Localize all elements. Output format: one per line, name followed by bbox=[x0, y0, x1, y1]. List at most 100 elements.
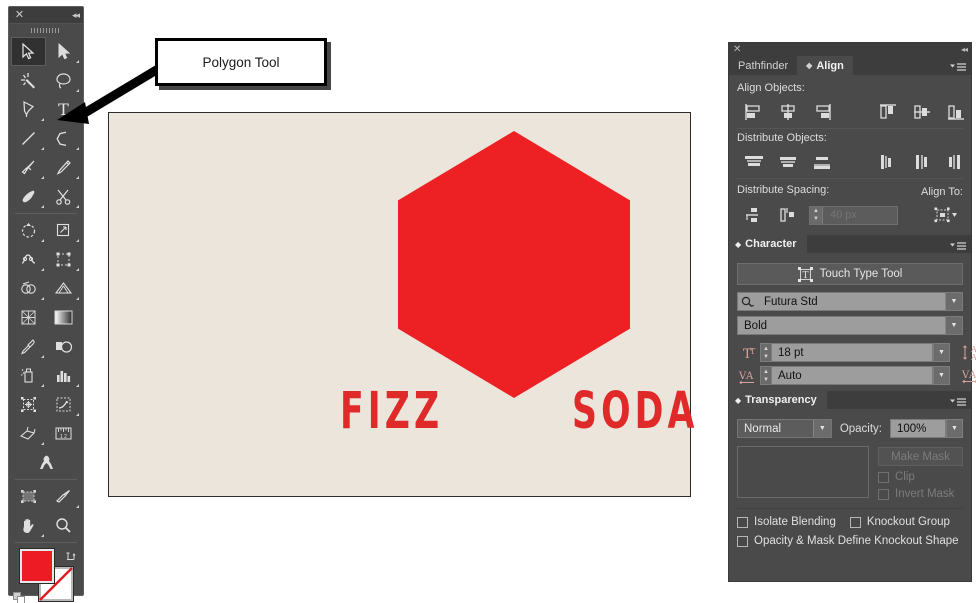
gradient-tool[interactable] bbox=[46, 303, 81, 332]
kerning-spinner[interactable]: ▲ ▼ bbox=[760, 366, 772, 385]
align-top-edges-button[interactable] bbox=[871, 100, 905, 124]
knockout-group-checkbox[interactable] bbox=[849, 516, 861, 528]
selection-tool[interactable] bbox=[11, 37, 46, 66]
chevron-down-icon[interactable]: ▼ bbox=[933, 366, 950, 385]
puppet-warp-tool[interactable] bbox=[11, 448, 81, 477]
polygon-tool[interactable] bbox=[46, 124, 81, 153]
zoom-tool[interactable] bbox=[46, 511, 81, 540]
blob-brush-tool[interactable] bbox=[11, 182, 46, 211]
crop-image-tool[interactable] bbox=[11, 482, 46, 511]
font-size-spinner[interactable]: ▲ ▼ bbox=[760, 343, 772, 362]
tab-character[interactable]: ◆ Character bbox=[729, 235, 807, 253]
measure-tool[interactable]: 1 2 bbox=[46, 419, 81, 448]
close-icon[interactable]: ✕ bbox=[14, 10, 25, 21]
artboard-tool[interactable] bbox=[11, 390, 46, 419]
fill-color-swatch[interactable] bbox=[20, 549, 54, 583]
tools-panel-grip[interactable] bbox=[9, 24, 83, 37]
chevron-down-icon[interactable]: ▼ bbox=[946, 419, 963, 438]
kerning-input[interactable] bbox=[772, 366, 933, 385]
slice-tool[interactable] bbox=[46, 390, 81, 419]
chevron-down-icon[interactable]: ▼ bbox=[812, 420, 831, 437]
invert-mask-checkbox-row[interactable]: Invert Mask bbox=[878, 488, 963, 500]
tab-transparency[interactable]: ◆ Transparency bbox=[729, 391, 827, 409]
knockout-shape-checkbox[interactable] bbox=[737, 535, 748, 547]
align-horizontal-center-button[interactable] bbox=[771, 100, 805, 124]
align-vertical-center-button[interactable] bbox=[905, 100, 939, 124]
perspective-selection-tool[interactable] bbox=[11, 419, 46, 448]
panel-menu-icon[interactable] bbox=[950, 239, 966, 257]
symbol-sprayer-tool[interactable] bbox=[11, 361, 46, 390]
align-bottom-edges-button[interactable] bbox=[939, 100, 973, 124]
pencil-tool[interactable] bbox=[46, 153, 81, 182]
column-graph-tool[interactable] bbox=[46, 361, 81, 390]
pen-tool[interactable] bbox=[11, 95, 46, 124]
knockout-group-row[interactable]: Knockout Group bbox=[849, 516, 950, 528]
stepper-arrows[interactable]: ▲ ▼ bbox=[810, 206, 823, 224]
vertical-distribute-space-button[interactable] bbox=[737, 203, 771, 227]
scale-tool[interactable] bbox=[46, 216, 81, 245]
type-tool[interactable]: T bbox=[46, 95, 81, 124]
width-tool[interactable] bbox=[11, 245, 46, 274]
spacing-stepper[interactable]: ▲ ▼ bbox=[809, 205, 898, 225]
knockout-shape-row[interactable]: Opacity & Mask Define Knockout Shape bbox=[737, 535, 963, 547]
swap-fill-stroke-icon[interactable] bbox=[65, 548, 77, 560]
distribute-bottom-edges-button[interactable] bbox=[805, 150, 839, 174]
touch-type-tool-button[interactable]: T Touch Type Tool bbox=[737, 263, 963, 285]
chevron-down-icon[interactable]: ▼ bbox=[945, 293, 962, 310]
align-right-edges-button[interactable] bbox=[805, 100, 839, 124]
stepper-down-icon[interactable]: ▼ bbox=[810, 215, 822, 223]
font-style-combo[interactable]: Bold ▼ bbox=[737, 316, 963, 335]
distribute-left-edges-button[interactable] bbox=[871, 150, 905, 174]
free-transform-tool[interactable] bbox=[46, 245, 81, 274]
chevron-down-icon[interactable]: ▼ bbox=[933, 343, 950, 362]
scissors-tool[interactable] bbox=[46, 182, 81, 211]
direct-selection-tool[interactable] bbox=[46, 37, 81, 66]
spin-up-icon[interactable]: ▲ bbox=[761, 368, 771, 376]
spin-down-icon[interactable]: ▼ bbox=[761, 376, 771, 384]
spin-up-icon[interactable]: ▲ bbox=[761, 345, 771, 353]
panel-menu-icon[interactable] bbox=[950, 395, 966, 413]
artwork-text-soda[interactable]: SODA bbox=[572, 386, 698, 437]
collapse-icon[interactable]: ◂◂ bbox=[72, 10, 80, 21]
rotate-tool[interactable] bbox=[11, 216, 46, 245]
make-mask-button[interactable]: Make Mask bbox=[878, 447, 963, 466]
eraser-tool[interactable] bbox=[46, 482, 81, 511]
kerning-input-wrap[interactable]: ▲▼ ▼ bbox=[760, 366, 950, 385]
invert-mask-checkbox[interactable] bbox=[878, 488, 889, 500]
hexagon-shape[interactable] bbox=[398, 131, 630, 398]
align-to-selector[interactable] bbox=[929, 203, 963, 227]
collapse-icon[interactable]: ◂◂ bbox=[961, 44, 968, 55]
opacity-field[interactable]: ▼ bbox=[890, 419, 963, 438]
font-family-combo[interactable]: Futura Std ▼ bbox=[737, 292, 963, 311]
close-icon[interactable]: ✕ bbox=[733, 44, 741, 55]
tab-pathfinder[interactable]: Pathfinder bbox=[729, 56, 797, 75]
artboard-canvas[interactable]: FIZZ SODA bbox=[108, 112, 694, 497]
hand-tool[interactable] bbox=[11, 511, 46, 540]
chevron-down-icon[interactable]: ▼ bbox=[945, 317, 962, 334]
font-size-input[interactable] bbox=[772, 343, 933, 362]
spacing-value-input[interactable] bbox=[823, 206, 897, 224]
magic-wand-tool[interactable] bbox=[11, 66, 46, 95]
mesh-tool[interactable] bbox=[11, 303, 46, 332]
blend-tool[interactable] bbox=[46, 332, 81, 361]
distribute-right-edges-button[interactable] bbox=[939, 150, 973, 174]
distribute-horizontal-center-button[interactable] bbox=[905, 150, 939, 174]
spin-down-icon[interactable]: ▼ bbox=[761, 353, 771, 361]
blend-mode-combo[interactable]: Normal ▼ bbox=[737, 419, 832, 438]
default-fill-stroke-icon[interactable] bbox=[13, 592, 26, 603]
horizontal-distribute-space-button[interactable] bbox=[771, 203, 805, 227]
distribute-top-edges-button[interactable] bbox=[737, 150, 771, 174]
tab-align[interactable]: ◆ Align bbox=[797, 56, 853, 75]
transparency-thumbnail[interactable] bbox=[737, 446, 869, 498]
isolate-blending-checkbox[interactable] bbox=[737, 516, 748, 528]
panel-menu-icon[interactable] bbox=[950, 60, 966, 78]
shape-builder-tool[interactable] bbox=[11, 274, 46, 303]
distribute-vertical-center-button[interactable] bbox=[771, 150, 805, 174]
align-left-edges-button[interactable] bbox=[737, 100, 771, 124]
font-size-input-wrap[interactable]: ▲▼ ▼ bbox=[760, 343, 950, 362]
isolate-blending-row[interactable]: Isolate Blending bbox=[737, 516, 836, 528]
artwork-text-fizz[interactable]: FIZZ bbox=[340, 386, 443, 437]
stepper-up-icon[interactable]: ▲ bbox=[810, 207, 822, 215]
clip-checkbox[interactable] bbox=[878, 471, 889, 483]
lasso-tool[interactable] bbox=[46, 66, 81, 95]
